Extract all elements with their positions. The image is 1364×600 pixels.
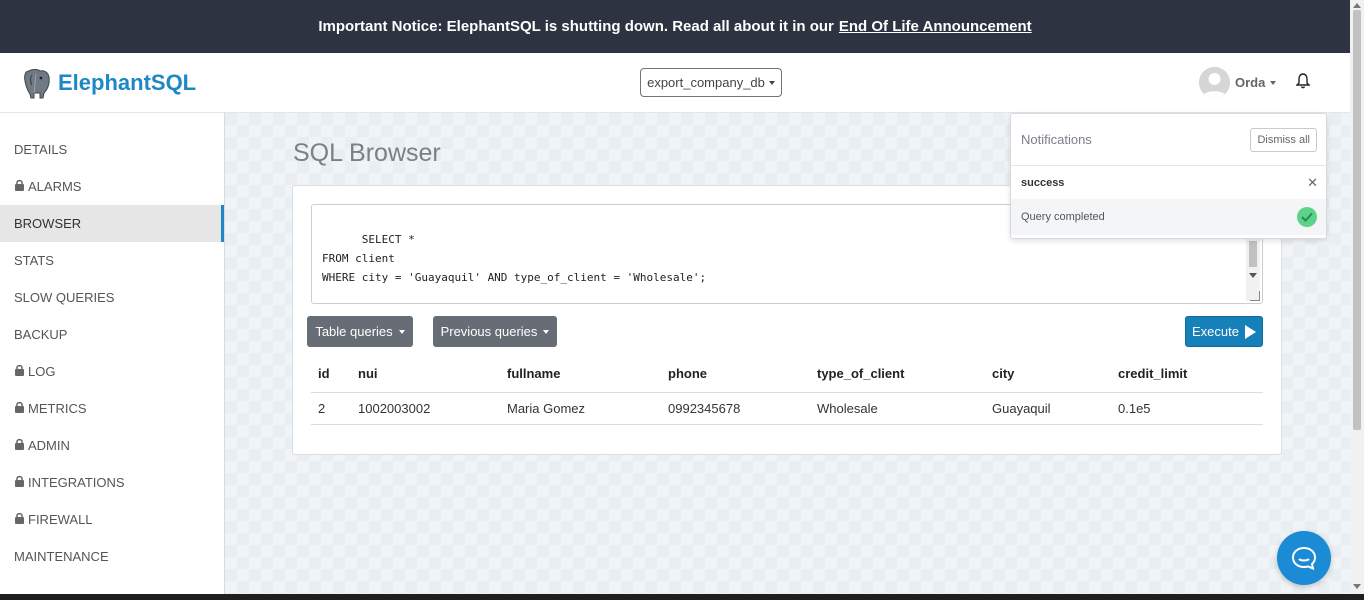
chat-support-button[interactable] <box>1277 531 1331 585</box>
table-header-row: id nui fullname phone type_of_client cit… <box>311 356 1263 393</box>
table-cell: Maria Gomez <box>500 392 661 425</box>
sidebar-item-metrics[interactable]: METRICS <box>0 390 224 427</box>
sidebar-item-slow-queries[interactable]: SLOW QUERIES <box>0 279 224 316</box>
execute-button[interactable]: Execute <box>1185 316 1263 347</box>
scroll-up-arrow-icon[interactable] <box>1353 3 1361 8</box>
sidebar-item-label: INTEGRATIONS <box>28 475 125 490</box>
column-header: phone <box>661 356 810 393</box>
check-circle-icon <box>1297 207 1317 227</box>
sidebar-item-alarms[interactable]: ALARMS <box>0 168 224 205</box>
table-cell: 2 <box>311 392 351 425</box>
sidebar-item-label: STATS <box>14 253 54 268</box>
end-of-life-link[interactable]: End Of Life Announcement <box>839 18 1032 35</box>
caret-down-icon <box>1270 80 1277 85</box>
page-scroll-thumb[interactable] <box>1353 10 1361 430</box>
notification-message: Query completed <box>1021 211 1105 223</box>
sidebar-item-label: METRICS <box>28 401 87 416</box>
sidebar-item-label: SLOW QUERIES <box>14 290 115 305</box>
sidebar-item-firewall[interactable]: FIREWALL <box>0 501 224 538</box>
table-queries-button[interactable]: Table queries <box>307 316 413 347</box>
notification-item-header: success ✕ <box>1011 166 1326 199</box>
notifications-bell-icon[interactable] <box>1295 73 1311 92</box>
lock-icon <box>14 512 25 527</box>
resize-handle-icon[interactable] <box>1250 291 1260 301</box>
database-select-button[interactable]: export_company_db <box>640 68 782 97</box>
sidebar-nav: DETAILS ALARMS BROWSER STATS SLOW QUERIE… <box>0 113 225 600</box>
sidebar-item-integrations[interactable]: INTEGRATIONS <box>0 464 224 501</box>
database-name: export_company_db <box>647 75 765 90</box>
scroll-down-arrow-icon[interactable] <box>1249 273 1257 278</box>
sidebar-item-label: BROWSER <box>14 216 82 231</box>
sidebar-item-backup[interactable]: BACKUP <box>0 316 224 353</box>
lock-icon <box>14 438 25 453</box>
sidebar-item-browser[interactable]: BROWSER <box>0 205 224 242</box>
table-row: 2 1002003002 Maria Gomez 0992345678 Whol… <box>311 392 1263 425</box>
brand-name: ElephantSQL <box>58 70 197 95</box>
sidebar-item-maintenance[interactable]: MAINTENANCE <box>0 538 224 575</box>
user-name: Orda <box>1235 75 1266 90</box>
table-cell: 1002003002 <box>351 392 500 425</box>
user-menu[interactable]: Orda <box>1199 67 1277 98</box>
lock-icon <box>14 401 25 416</box>
brand-logo-link[interactable]: ElephantSQL <box>22 67 196 99</box>
previous-queries-label: Previous queries <box>440 324 538 339</box>
notice-text: Important Notice: ElephantSQL is shuttin… <box>318 18 834 35</box>
sidebar-item-log[interactable]: LOG <box>0 353 224 390</box>
execute-label: Execute <box>1192 324 1239 339</box>
sidebar-item-label: ADMIN <box>28 438 70 453</box>
close-icon[interactable]: ✕ <box>1307 175 1318 191</box>
os-taskbar-edge <box>0 594 1364 600</box>
sidebar-item-label: MAINTENANCE <box>14 549 109 564</box>
lock-icon <box>14 179 25 194</box>
chat-bubble-icon <box>1291 546 1317 570</box>
user-avatar-icon <box>1199 67 1230 98</box>
scroll-down-arrow-icon[interactable] <box>1353 584 1361 589</box>
notifications-dropdown: Notifications Dismiss all success ✕ Quer… <box>1010 113 1327 239</box>
page-title: SQL Browser <box>293 139 441 167</box>
editor-scroll-thumb[interactable] <box>1249 241 1257 267</box>
page-scrollbar[interactable] <box>1350 0 1364 594</box>
table-cell: 0992345678 <box>661 392 810 425</box>
table-cell: 0.1e5 <box>1111 392 1263 425</box>
sidebar-item-details[interactable]: DETAILS <box>0 131 224 168</box>
caret-down-icon <box>543 329 550 334</box>
lock-icon <box>14 364 25 379</box>
previous-queries-button[interactable]: Previous queries <box>433 316 557 347</box>
sidebar-item-label: FIREWALL <box>28 512 93 527</box>
notification-item-body: Query completed <box>1011 199 1326 235</box>
caret-down-icon <box>398 329 405 334</box>
sidebar-item-label: LOG <box>28 364 56 379</box>
column-header: city <box>985 356 1111 393</box>
sidebar-item-admin[interactable]: ADMIN <box>0 427 224 464</box>
column-header: credit_limit <box>1111 356 1263 393</box>
sidebar-item-label: DETAILS <box>14 142 68 157</box>
column-header: type_of_client <box>810 356 985 393</box>
sql-query-text: SELECT * FROM client WHERE city = 'Guaya… <box>322 233 707 284</box>
table-cell: Wholesale <box>810 392 985 425</box>
notifications-title: Notifications <box>1021 132 1092 147</box>
column-header: id <box>311 356 351 393</box>
column-header: nui <box>351 356 500 393</box>
play-icon <box>1244 324 1256 339</box>
column-header: fullname <box>500 356 661 393</box>
elephant-logo-icon <box>24 69 50 99</box>
dismiss-all-button[interactable]: Dismiss all <box>1250 127 1317 152</box>
results-table: id nui fullname phone type_of_client cit… <box>311 356 1263 425</box>
lock-icon <box>14 475 25 490</box>
notifications-header: Notifications Dismiss all <box>1011 114 1326 166</box>
table-queries-label: Table queries <box>315 324 393 339</box>
notice-banner: Important Notice: ElephantSQL is shuttin… <box>0 0 1350 53</box>
table-cell: Guayaquil <box>985 392 1111 425</box>
avatar <box>1199 67 1230 98</box>
sidebar-item-stats[interactable]: STATS <box>0 242 224 279</box>
caret-down-icon <box>768 80 775 85</box>
sidebar-item-label: ALARMS <box>28 179 82 194</box>
sidebar-item-label: BACKUP <box>14 327 68 342</box>
notification-status: success <box>1021 176 1065 189</box>
top-navbar: ElephantSQL export_company_db Orda <box>0 53 1350 113</box>
